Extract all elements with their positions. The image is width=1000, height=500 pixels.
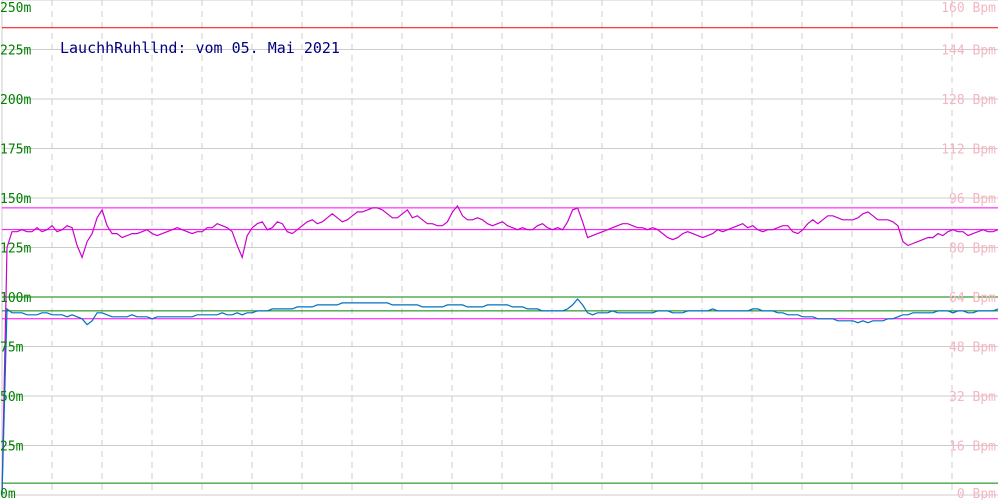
left-tick-label-6: 100m bbox=[0, 291, 31, 306]
left-tick-label-3: 175m bbox=[0, 143, 31, 158]
line-chart: 250m225m200m175m150m125m100m75m50m25m0m … bbox=[0, 0, 999, 500]
left-tick-label-10: 0m bbox=[0, 487, 16, 500]
left-tick-label-7: 75m bbox=[0, 341, 24, 356]
left-tick-label-0: 250m bbox=[0, 1, 31, 16]
right-tick-label-9: 16 Bpm bbox=[949, 440, 996, 455]
left-tick-label-9: 25m bbox=[0, 440, 24, 455]
left-tick-label-4: 150m bbox=[0, 192, 31, 207]
right-tick-label-1: 144 Bpm bbox=[941, 44, 996, 59]
right-tick-label-0: 160 Bpm bbox=[941, 1, 996, 16]
right-tick-label-7: 48 Bpm bbox=[949, 341, 996, 356]
left-tick-label-8: 50m bbox=[0, 390, 24, 405]
right-axis-ticks: 160 Bpm 144 Bpm 128 Bpm 112 Bpm 96 Bpm 80 Bpm… bbox=[941, 1, 996, 500]
reference-lines bbox=[2, 27, 998, 484]
left-axis-ticks: 250m 225m 200m 175m 150m 125m 100m 75m 50m 25m 0m bbox=[0, 1, 31, 500]
right-tick-label-4: 96 Bpm bbox=[949, 192, 996, 207]
left-tick-label-2: 200m bbox=[0, 93, 31, 108]
grid-layer bbox=[1, 0, 998, 496]
left-tick-label-5: 125m bbox=[0, 242, 31, 257]
right-tick-label-10: 0 Bpm bbox=[957, 487, 996, 500]
left-tick-label-1: 225m bbox=[0, 44, 31, 59]
series-line-1 bbox=[1, 298, 999, 496]
right-tick-label-5: 80 Bpm bbox=[949, 242, 996, 257]
right-tick-label-2: 128 Bpm bbox=[941, 93, 996, 108]
right-tick-label-3: 112 Bpm bbox=[941, 143, 996, 158]
series-line-0 bbox=[1, 204, 999, 496]
right-tick-label-6: 64 Bpm bbox=[949, 291, 996, 306]
chart-root: 250m 225m 200m 175m 150m 125m 100m 75m 50m 25m 0m … bbox=[0, 0, 1000, 500]
right-tick-label-8: 32 Bpm bbox=[949, 390, 996, 405]
series-layer bbox=[1, 204, 999, 496]
chart-title: LauchhRuhllnd: vom 05. Mai 2021 bbox=[60, 39, 340, 57]
